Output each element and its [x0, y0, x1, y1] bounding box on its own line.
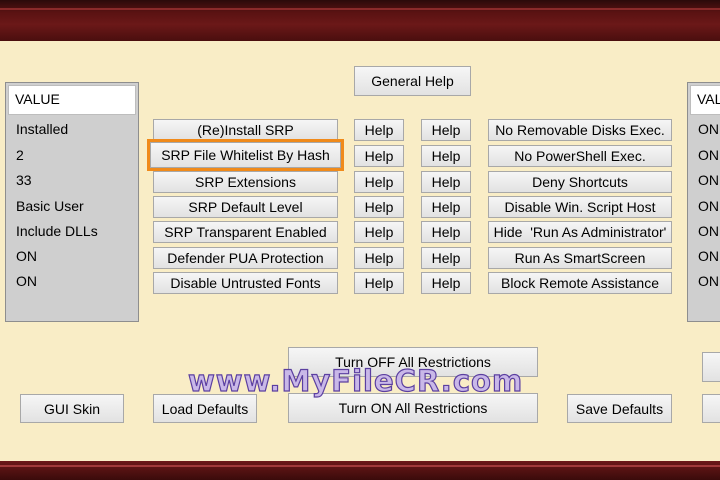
left-panel-value: Installed: [16, 121, 69, 137]
left-panel-value: 33: [16, 172, 32, 188]
help-button[interactable]: Help: [421, 119, 471, 141]
title-bar-accent-line: [0, 8, 720, 10]
disable-untrusted-fonts-button[interactable]: Disable Untrusted Fonts: [153, 272, 338, 294]
help-button[interactable]: Help: [354, 119, 404, 141]
save-defaults-button[interactable]: Save Defaults: [567, 394, 672, 423]
right-panel-value: ON: [698, 198, 719, 214]
gui-skin-button[interactable]: GUI Skin: [20, 394, 124, 423]
right-panel-value: ON: [698, 248, 719, 264]
deny-shortcuts-button[interactable]: Deny Shortcuts: [488, 171, 672, 193]
srp-extensions-button[interactable]: SRP Extensions: [153, 171, 338, 193]
turn-off-all-restrictions-button[interactable]: Turn OFF All Restrictions: [288, 347, 538, 377]
srp-file-whitelist-by-hash-button[interactable]: SRP File Whitelist By Hash: [147, 139, 344, 171]
right-panel-value: ON: [698, 273, 719, 289]
help-button[interactable]: Help: [421, 247, 471, 269]
help-button[interactable]: Help: [421, 145, 471, 167]
left-panel-value: ON: [16, 248, 37, 264]
right-panel-header: VAL: [690, 85, 720, 115]
help-button[interactable]: Help: [421, 196, 471, 218]
right-side-button[interactable]: [702, 394, 720, 423]
run-as-smartscreen-button[interactable]: Run As SmartScreen: [488, 247, 672, 269]
left-panel-value: Include DLLs: [16, 223, 98, 239]
block-remote-assistance-button[interactable]: Block Remote Assistance: [488, 272, 672, 294]
reinstall-srp-button[interactable]: (Re)Install SRP: [153, 119, 338, 141]
help-button[interactable]: Help: [354, 221, 404, 243]
hide-run-as-administrator-button[interactable]: Hide 'Run As Administrator': [488, 221, 672, 243]
left-panel-value: ON: [16, 273, 37, 289]
srp-transparent-enabled-button[interactable]: SRP Transparent Enabled: [153, 221, 338, 243]
right-side-button[interactable]: [702, 352, 720, 382]
turn-on-all-restrictions-button[interactable]: Turn ON All Restrictions: [288, 393, 538, 423]
help-button[interactable]: Help: [354, 171, 404, 193]
help-button[interactable]: Help: [421, 221, 471, 243]
right-panel-value: ON: [698, 121, 719, 137]
srp-default-level-button[interactable]: SRP Default Level: [153, 196, 338, 218]
help-button[interactable]: Help: [421, 171, 471, 193]
general-help-button[interactable]: General Help: [354, 66, 471, 96]
right-panel-value: ON: [698, 172, 719, 188]
help-button[interactable]: Help: [421, 272, 471, 294]
right-panel-value: ON: [698, 223, 719, 239]
bottom-border-accent-line: [0, 465, 720, 467]
disable-win-script-host-button[interactable]: Disable Win. Script Host: [488, 196, 672, 218]
defender-pua-protection-button[interactable]: Defender PUA Protection: [153, 247, 338, 269]
help-button[interactable]: Help: [354, 272, 404, 294]
window-bottom-border: [0, 461, 720, 480]
left-panel-value: Basic User: [16, 198, 84, 214]
no-removable-disks-exec-button[interactable]: No Removable Disks Exec.: [488, 119, 672, 141]
help-button[interactable]: Help: [354, 145, 404, 167]
load-defaults-button[interactable]: Load Defaults: [153, 394, 257, 423]
help-button[interactable]: Help: [354, 247, 404, 269]
help-button[interactable]: Help: [354, 196, 404, 218]
left-panel-header: VALUE: [8, 85, 136, 115]
right-panel-value: ON: [698, 147, 719, 163]
window-title-bar: [0, 0, 720, 41]
no-powershell-exec-button[interactable]: No PowerShell Exec.: [488, 145, 672, 167]
left-panel-value: 2: [16, 147, 24, 163]
